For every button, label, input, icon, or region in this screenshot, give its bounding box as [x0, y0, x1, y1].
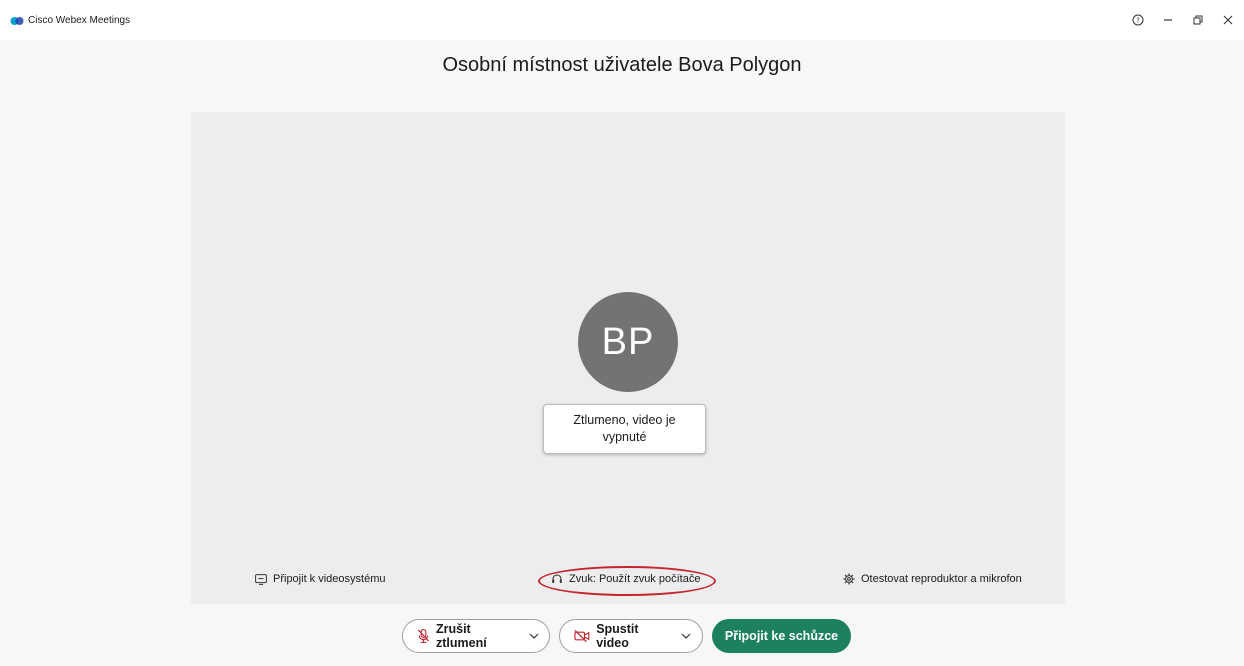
- app-title-text: Cisco Webex Meetings: [28, 15, 131, 26]
- title-bar: Cisco Webex Meetings ?: [0, 0, 1244, 40]
- svg-text:?: ?: [1136, 17, 1140, 25]
- headset-icon: [552, 574, 562, 583]
- webex-logo-icon: [10, 16, 24, 25]
- avatar: BP: [578, 292, 678, 392]
- start-video-label: Spustit video: [596, 622, 639, 650]
- app-title: Cisco Webex Meetings: [10, 15, 130, 26]
- window-controls: ?: [1130, 12, 1236, 28]
- minimize-icon[interactable]: [1160, 12, 1176, 28]
- audio-option-link[interactable]: Zvuk: Použít zvuk počítače: [551, 573, 700, 585]
- page-title: Osobní místnost uživatele Bova Polygon: [442, 54, 802, 76]
- test-speaker-microphone-label: Otestovat reproduktor a mikrofon: [861, 573, 1022, 585]
- chevron-down-icon[interactable]: [524, 626, 543, 646]
- unmute-button[interactable]: Zrušit ztlumení: [402, 619, 550, 653]
- start-video-button[interactable]: Spustit video: [559, 619, 703, 653]
- status-badge: Ztlumeno, video je vypnuté: [543, 404, 706, 454]
- close-icon[interactable]: [1220, 12, 1236, 28]
- chevron-down-icon[interactable]: [677, 626, 696, 646]
- camera-off-icon: [574, 629, 590, 643]
- connect-video-system-label: Připojit k videosystému: [273, 573, 386, 585]
- test-speaker-microphone-link[interactable]: Otestovat reproduktor a mikrofon: [843, 573, 1022, 585]
- video-system-icon: [255, 573, 267, 585]
- audio-option-label: Zvuk: Použít zvuk počítače: [569, 573, 701, 585]
- unmute-label: Zrušit ztlumení: [435, 622, 487, 650]
- restore-icon[interactable]: [1190, 12, 1206, 28]
- microphone-muted-icon: [417, 628, 430, 643]
- video-preview: BP Ztlumeno, video je vypnuté Připojit k…: [191, 112, 1065, 604]
- gear-icon: [843, 573, 855, 585]
- join-meeting-button[interactable]: Připojit ke schůzce: [712, 619, 851, 653]
- help-icon[interactable]: ?: [1130, 12, 1146, 28]
- join-controls: Zrušit ztlumení Spustit video Připojit k…: [0, 619, 1244, 653]
- connect-video-system-link[interactable]: Připojit k videosystému: [255, 573, 386, 585]
